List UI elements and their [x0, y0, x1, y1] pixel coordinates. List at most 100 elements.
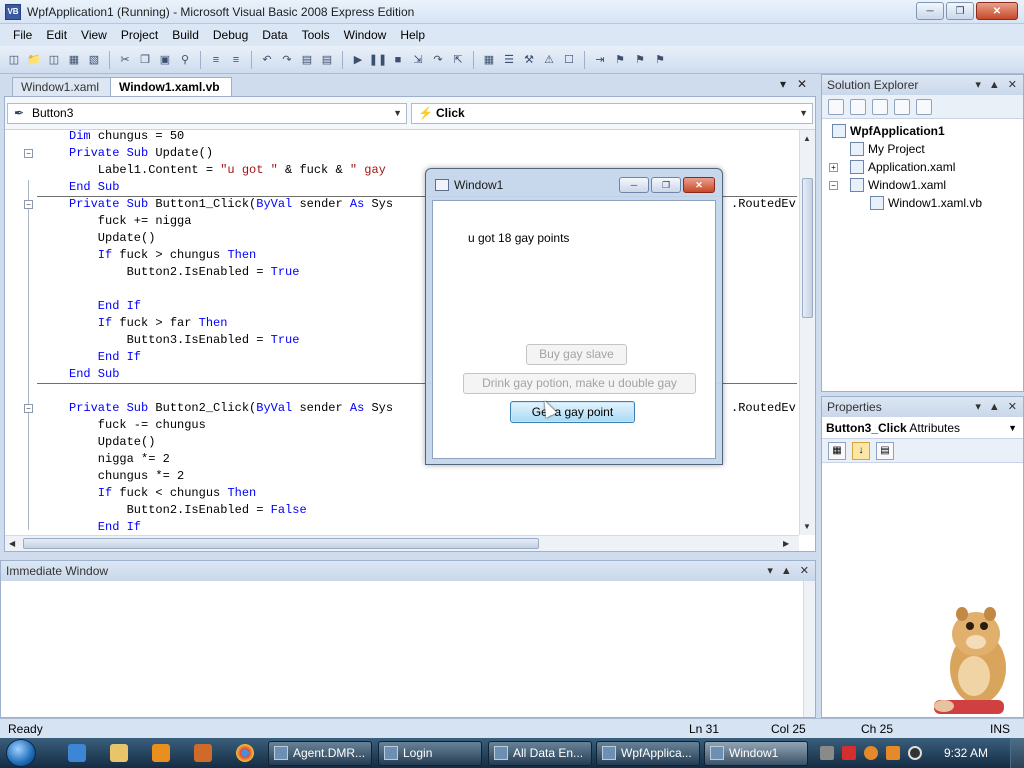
- wpf-maximize-button[interactable]: ❐: [651, 177, 681, 193]
- taskbar-clock[interactable]: 9:32 AM: [944, 738, 988, 768]
- code-line[interactable]: End Sub: [69, 179, 119, 196]
- close-button[interactable]: ✕: [976, 2, 1018, 20]
- view-designer-icon[interactable]: [916, 98, 932, 115]
- wpf-close-button[interactable]: ✕: [683, 177, 715, 193]
- error-list-icon[interactable]: ⚠: [541, 52, 557, 68]
- menu-help[interactable]: Help: [393, 24, 432, 46]
- maximize-button[interactable]: ❐: [946, 2, 974, 20]
- bookmark-next-icon[interactable]: ⚑: [632, 52, 648, 68]
- tray-network-icon[interactable]: [820, 746, 834, 760]
- task-window1[interactable]: Window1: [704, 741, 808, 766]
- title-bar[interactable]: VB WpfApplication1 (Running) - Microsoft…: [0, 0, 1024, 24]
- code-line[interactable]: Private Sub Button1_Click(ByVal sender A…: [69, 196, 393, 213]
- code-line[interactable]: Label1.Content = "u got " & fuck & " gay: [69, 162, 386, 179]
- pin-icon[interactable]: ▲: [989, 397, 1000, 417]
- indent-icon[interactable]: ⇥: [592, 52, 608, 68]
- menu-window[interactable]: Window: [337, 24, 394, 46]
- code-line[interactable]: If fuck > far Then: [69, 315, 228, 332]
- close-pane-icon[interactable]: ✕: [1008, 75, 1017, 95]
- buy-gay-slave-button[interactable]: Buy gay slave: [526, 344, 627, 365]
- tree-item-window1-xaml[interactable]: Window1.xaml: [850, 177, 946, 193]
- start-page-icon[interactable]: ☐: [561, 52, 577, 68]
- vb-app-icon[interactable]: VB: [5, 3, 21, 20]
- refresh-icon[interactable]: [872, 98, 888, 115]
- pause-icon[interactable]: ❚❚: [369, 52, 387, 68]
- method-name-dropdown[interactable]: ⚡ Click ▼: [411, 103, 813, 124]
- menu-debug[interactable]: Debug: [206, 24, 255, 46]
- open-folder-icon[interactable]: 📁: [26, 52, 42, 68]
- get-gay-point-button[interactable]: Get a gay point: [510, 401, 635, 423]
- wpf-window1[interactable]: Window1 ─ ❐ ✕ u got 18 gay points Buy ga…: [425, 168, 723, 465]
- code-line[interactable]: End If: [69, 298, 141, 315]
- start-debug-icon[interactable]: ▶: [350, 52, 366, 68]
- step-over-icon[interactable]: ↷: [430, 52, 446, 68]
- new-project-icon[interactable]: ◫: [6, 52, 22, 68]
- code-line[interactable]: Private Sub Update(): [69, 145, 213, 162]
- save-icon[interactable]: ▦: [66, 52, 82, 68]
- close-pane-icon[interactable]: ✕: [1008, 397, 1017, 417]
- explorer-folder-icon[interactable]: [110, 744, 128, 762]
- scroll-down-icon[interactable]: ▼: [803, 522, 811, 531]
- step-out-icon[interactable]: ⇱: [450, 52, 466, 68]
- code-line[interactable]: If fuck < chungus Then: [69, 485, 256, 502]
- collapse-minus-icon[interactable]: −: [24, 404, 33, 413]
- step-into-icon[interactable]: ⇲: [410, 52, 426, 68]
- toolbox-icon[interactable]: ⚒: [521, 52, 537, 68]
- code-line[interactable]: Button2.IsEnabled = True: [69, 264, 300, 281]
- close-tab-icon[interactable]: ✕: [797, 77, 807, 91]
- task-login[interactable]: Login: [378, 741, 482, 766]
- pin-icon[interactable]: ▲: [781, 561, 792, 581]
- menu-edit[interactable]: Edit: [39, 24, 74, 46]
- undo-icon[interactable]: ↶: [259, 52, 275, 68]
- show-desktop-button[interactable]: [1010, 738, 1024, 768]
- properties-tool-icon[interactable]: [828, 98, 844, 115]
- expand-plus-icon[interactable]: +: [829, 163, 838, 172]
- navigate-back-icon[interactable]: ▤: [299, 52, 315, 68]
- menu-tools[interactable]: Tools: [295, 24, 337, 46]
- code-line[interactable]: chungus *= 2: [69, 468, 184, 485]
- code-line[interactable]: Button2.IsEnabled = False: [69, 502, 307, 519]
- horizontal-scroll-thumb[interactable]: [23, 538, 539, 549]
- solution-explorer-icon[interactable]: ▦: [481, 52, 497, 68]
- alphabetical-icon[interactable]: ↓: [852, 441, 870, 460]
- tree-item-my-project[interactable]: My Project: [850, 141, 925, 157]
- code-line[interactable]: Update(): [69, 230, 156, 247]
- comment-icon[interactable]: ≡: [208, 52, 224, 68]
- pane-dropdown-icon[interactable]: ▾: [767, 561, 773, 581]
- save-all-icon[interactable]: ▧: [86, 52, 102, 68]
- code-line[interactable]: fuck -= chungus: [69, 417, 206, 434]
- code-line[interactable]: If fuck > chungus Then: [69, 247, 256, 264]
- code-line[interactable]: End If: [69, 349, 141, 366]
- copy-icon[interactable]: ❐: [137, 52, 153, 68]
- pane-dropdown-icon[interactable]: ▾: [975, 75, 981, 95]
- add-item-icon[interactable]: ◫: [46, 52, 62, 68]
- code-line[interactable]: fuck += nigga: [69, 213, 192, 230]
- wpf-minimize-button[interactable]: ─: [619, 177, 649, 193]
- object-selector[interactable]: Button3_Click Attributes ▼: [822, 417, 1023, 439]
- collapse-minus-icon[interactable]: −: [24, 149, 33, 158]
- scroll-left-icon[interactable]: ◀: [9, 539, 15, 548]
- tray-search-icon[interactable]: [864, 746, 878, 760]
- tree-item-window1-xaml-vb[interactable]: Window1.xaml.vb: [870, 195, 982, 211]
- collapse-minus-icon[interactable]: −: [24, 200, 33, 209]
- stop-icon[interactable]: ■: [390, 52, 406, 68]
- tree-item-project[interactable]: WpfApplication1: [832, 123, 945, 139]
- property-pages-icon[interactable]: ▤: [876, 441, 894, 460]
- menu-project[interactable]: Project: [114, 24, 165, 46]
- task-wpfapplication[interactable]: WpfApplica...: [596, 741, 700, 766]
- tab-dropdown-icon[interactable]: ▾: [780, 77, 786, 91]
- immediate-window[interactable]: Immediate Window ▾ ▲ ✕: [0, 560, 816, 718]
- code-line[interactable]: Dim chungus = 50: [69, 130, 184, 145]
- tree-item-application-xaml[interactable]: Application.xaml: [850, 159, 955, 175]
- scroll-right-icon[interactable]: ▶: [783, 539, 789, 548]
- tab-window1-xaml[interactable]: Window1.xaml: [12, 77, 112, 96]
- pin-icon[interactable]: ▲: [989, 75, 1000, 95]
- view-code-icon[interactable]: [894, 98, 910, 115]
- drink-potion-button[interactable]: Drink gay potion, make u double gay: [463, 373, 696, 394]
- tray-antivirus-icon[interactable]: [842, 746, 856, 760]
- code-line[interactable]: Private Sub Button2_Click(ByVal sender A…: [69, 400, 393, 417]
- tray-volume-icon[interactable]: [908, 746, 922, 760]
- cut-icon[interactable]: ✂: [117, 52, 133, 68]
- immediate-scrollbar[interactable]: [803, 581, 815, 717]
- paste-icon[interactable]: ▣: [157, 52, 173, 68]
